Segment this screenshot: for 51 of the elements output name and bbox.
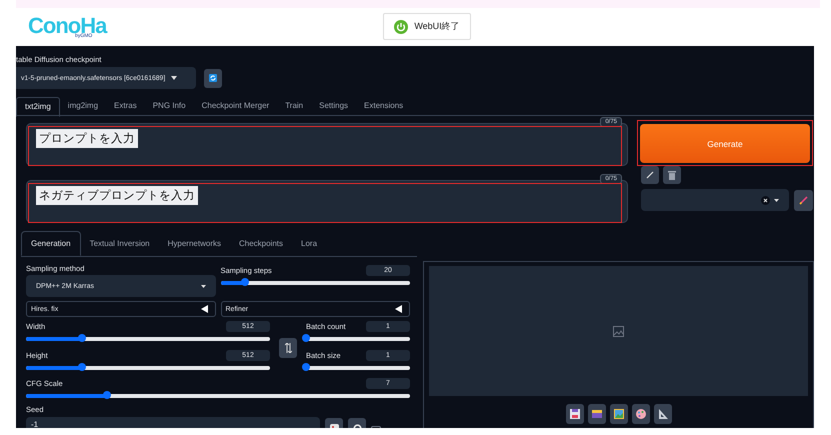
slider-thumb[interactable] xyxy=(302,334,310,342)
tab[interactable]: Extensions xyxy=(356,97,412,115)
caret-icon xyxy=(200,284,206,288)
caret-icon xyxy=(774,198,780,202)
seed-field[interactable]: -1 xyxy=(26,417,320,428)
tab[interactable]: Generation xyxy=(21,231,81,256)
pencil-icon xyxy=(646,171,654,179)
tab[interactable]: Textual Inversion xyxy=(80,231,159,256)
slider-thumb[interactable] xyxy=(78,334,86,342)
apply-style-button[interactable] xyxy=(794,190,813,210)
trash-icon xyxy=(668,170,676,180)
tab[interactable]: Extras xyxy=(106,97,145,115)
slider-track[interactable] xyxy=(220,281,410,285)
annotation-label: プロンプトを入力 xyxy=(36,129,138,148)
folder-icon xyxy=(592,409,602,419)
tab[interactable]: Train xyxy=(277,97,312,115)
brush-icon xyxy=(798,195,809,205)
tab[interactable]: PNG Info xyxy=(144,97,194,115)
send-to-extras-button[interactable] xyxy=(654,404,672,424)
stop-button[interactable]: WebUI終了 xyxy=(383,13,471,40)
tab[interactable]: txt2img xyxy=(16,97,60,117)
slider-track[interactable] xyxy=(26,337,270,341)
tab[interactable]: Settings xyxy=(311,97,356,115)
zip-button[interactable] xyxy=(588,404,606,424)
edit-button[interactable] xyxy=(641,166,659,184)
caret-icon xyxy=(171,76,178,80)
send-to-img2img-button[interactable] xyxy=(610,404,628,424)
slider-thumb[interactable] xyxy=(241,278,250,286)
tab[interactable]: Checkpoint Merger xyxy=(194,97,278,115)
save-button[interactable] xyxy=(566,404,584,424)
tab[interactable]: Lora xyxy=(292,231,326,256)
palette-icon xyxy=(636,409,646,419)
tab[interactable]: img2img xyxy=(60,97,106,115)
landscape-icon xyxy=(614,409,624,419)
slider-track[interactable] xyxy=(26,394,410,398)
refresh-icon xyxy=(209,74,217,82)
refresh-button[interactable] xyxy=(204,68,222,88)
tab[interactable]: Checkpoints xyxy=(230,231,292,256)
swap-icon xyxy=(284,342,292,352)
clear-icon xyxy=(761,196,770,204)
send-to-inpaint-button[interactable] xyxy=(632,404,650,424)
slider-track[interactable] xyxy=(26,366,270,370)
swap-button[interactable] xyxy=(279,338,297,358)
trash-button[interactable] xyxy=(663,166,681,184)
slider-thumb[interactable] xyxy=(102,391,111,399)
slider-thumb[interactable] xyxy=(302,363,310,371)
slider-thumb[interactable] xyxy=(78,363,86,371)
image-icon xyxy=(613,326,624,336)
power-icon xyxy=(394,20,408,34)
annotation-label: ネガティブプロンプトを入力 xyxy=(36,186,198,205)
tab[interactable]: Hypernetworks xyxy=(158,231,230,256)
